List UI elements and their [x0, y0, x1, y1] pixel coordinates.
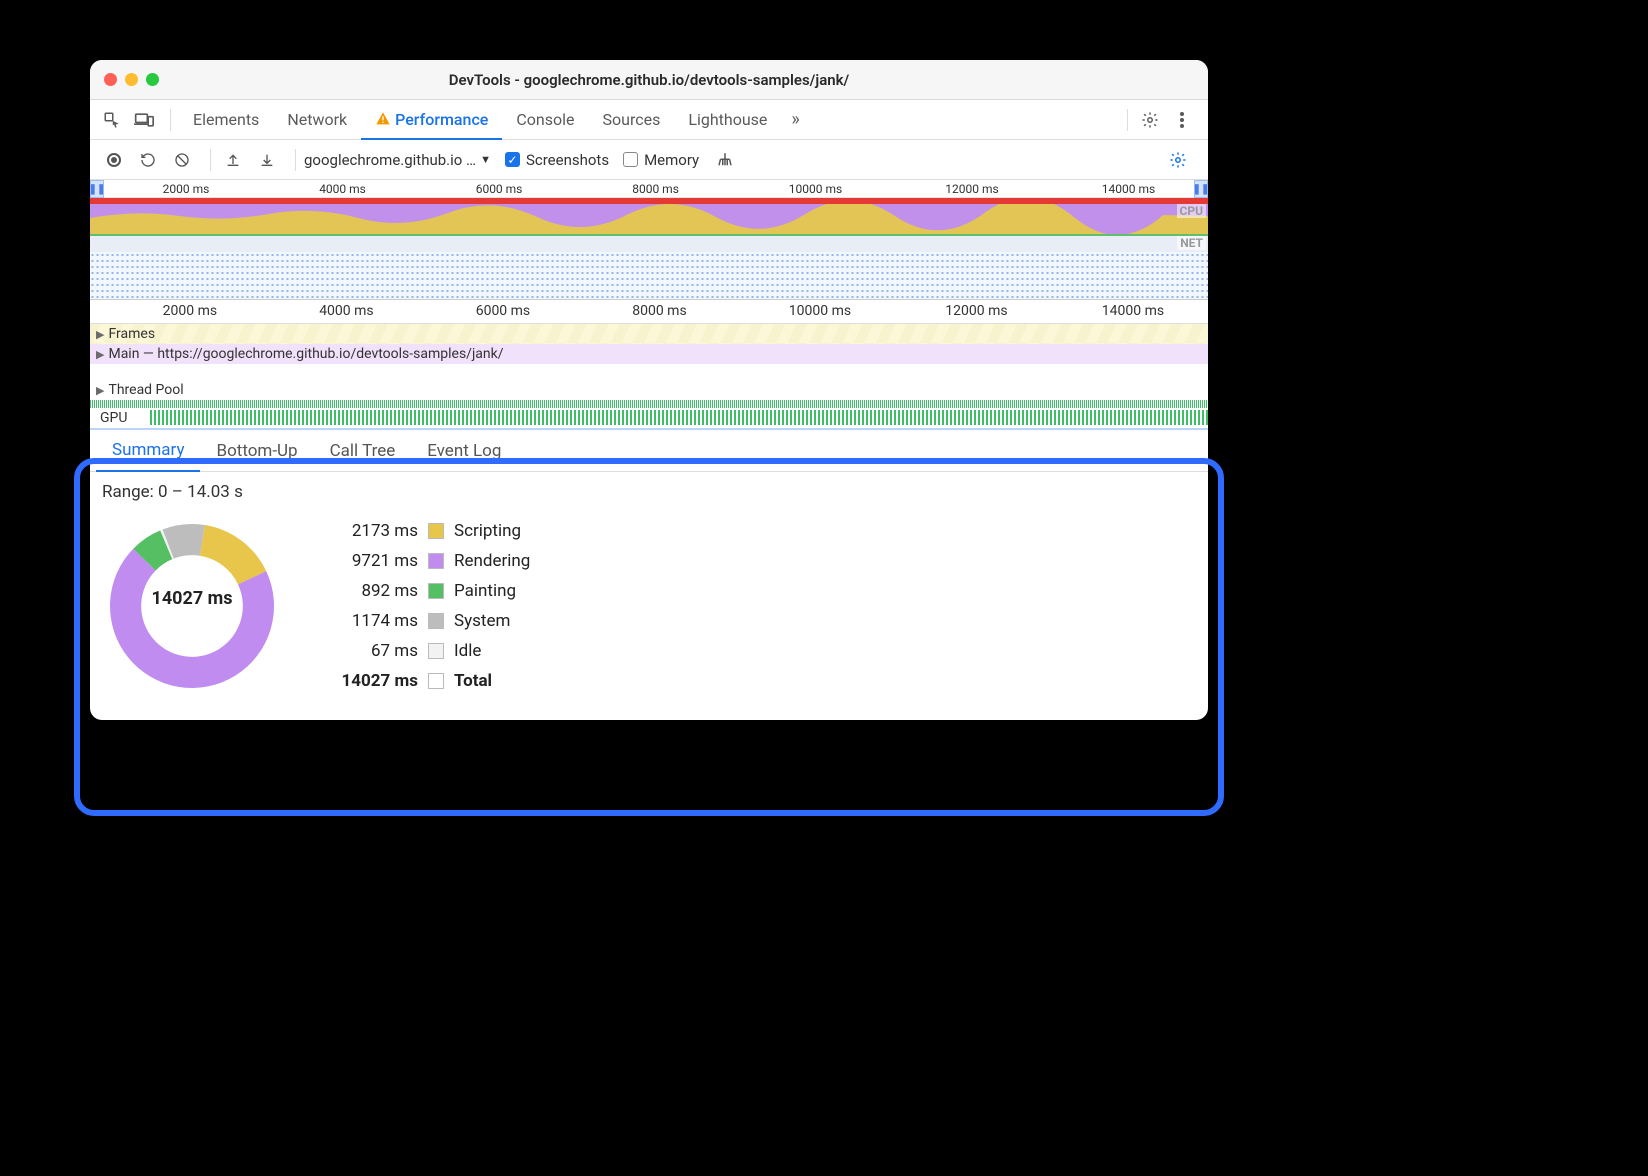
main-track[interactable]: ▶Main — https://googlechrome.github.io/d… — [90, 344, 1208, 364]
capture-settings-icon[interactable] — [1164, 146, 1192, 174]
overview-timeline[interactable]: ❚❚ ❚❚ 2000 ms 4000 ms 6000 ms 8000 ms 10… — [90, 180, 1208, 300]
disclosure-icon[interactable]: ▶ — [96, 384, 104, 397]
tabs-overflow-icon[interactable]: » — [781, 109, 809, 130]
tab-console[interactable]: Console — [502, 100, 588, 140]
disclosure-icon[interactable]: ▶ — [96, 348, 104, 361]
kebab-icon[interactable] — [1168, 106, 1196, 134]
reload-icon[interactable] — [134, 146, 162, 174]
tab-event-log[interactable]: Event Log — [411, 430, 517, 472]
titlebar: DevTools - googlechrome.github.io/devtoo… — [90, 60, 1208, 100]
window-title: DevTools - googlechrome.github.io/devtoo… — [90, 71, 1208, 89]
cpu-label: CPU — [1177, 204, 1207, 218]
overview-handle-left[interactable]: ❚❚ — [90, 180, 104, 198]
overview-ruler: 2000 ms 4000 ms 6000 ms 8000 ms 10000 ms… — [90, 180, 1208, 198]
tab-summary[interactable]: Summary — [96, 430, 200, 472]
settings-icon[interactable] — [1136, 106, 1164, 134]
disclosure-icon[interactable]: ▶ — [96, 328, 104, 341]
legend-total: 14027 msTotal — [328, 666, 530, 696]
legend-row: 2173 msScripting — [328, 516, 530, 546]
tab-call-tree[interactable]: Call Tree — [314, 430, 412, 472]
overview-handle-right[interactable]: ❚❚ — [1194, 180, 1208, 198]
device-toggle-icon[interactable] — [130, 106, 158, 134]
detail-tabs: Summary Bottom-Up Call Tree Event Log — [90, 430, 1208, 472]
legend-row: 1174 msSystem — [328, 606, 530, 636]
upload-icon[interactable] — [219, 146, 247, 174]
donut-center-label: 14027 ms — [102, 588, 282, 609]
tab-bottom-up[interactable]: Bottom-Up — [200, 430, 313, 472]
record-icon[interactable] — [100, 146, 128, 174]
tab-lighthouse[interactable]: Lighthouse — [674, 100, 781, 140]
download-icon[interactable] — [253, 146, 281, 174]
clear-icon[interactable] — [168, 146, 196, 174]
frames-track[interactable]: ▶Frames — [90, 324, 1208, 344]
panel-tabs: Elements Network Performance Console Sou… — [90, 100, 1208, 140]
summary-donut: 14027 ms — [102, 516, 282, 696]
gpu-track[interactable]: GPU — [90, 408, 1208, 428]
tab-network[interactable]: Network — [273, 100, 361, 140]
summary-panel: Summary Bottom-Up Call Tree Event Log Ra… — [90, 430, 1208, 720]
net-band: NET — [90, 236, 1208, 252]
screenshot-strip — [90, 252, 1208, 299]
summary-legend: 2173 msScripting9721 msRendering892 msPa… — [328, 516, 530, 696]
perf-toolbar: googlechrome.github.io …▼ ✓Screenshots M… — [90, 140, 1208, 180]
screenshots-checkbox[interactable]: ✓Screenshots — [505, 151, 609, 169]
memory-checkbox[interactable]: Memory — [623, 151, 699, 169]
warning-icon — [375, 111, 391, 127]
legend-row: 9721 msRendering — [328, 546, 530, 576]
devtools-window: DevTools - googlechrome.github.io/devtoo… — [90, 60, 1208, 720]
legend-row: 67 msIdle — [328, 636, 530, 666]
gc-icon[interactable] — [711, 146, 739, 174]
inspect-icon[interactable] — [98, 106, 126, 134]
tab-performance[interactable]: Performance — [361, 100, 502, 140]
tab-sources[interactable]: Sources — [589, 100, 675, 140]
range-text: Range: 0 – 14.03 s — [90, 472, 1208, 508]
target-select[interactable]: googlechrome.github.io …▼ — [304, 151, 491, 169]
threadpool-track[interactable]: ▶Thread Pool — [90, 380, 1208, 400]
cpu-band: CPU — [90, 204, 1208, 236]
tab-elements[interactable]: Elements — [179, 100, 273, 140]
flame-ruler[interactable]: 2000 ms 4000 ms 6000 ms 8000 ms 10000 ms… — [90, 300, 1208, 324]
net-label: NET — [1177, 236, 1206, 250]
legend-row: 892 msPainting — [328, 576, 530, 606]
